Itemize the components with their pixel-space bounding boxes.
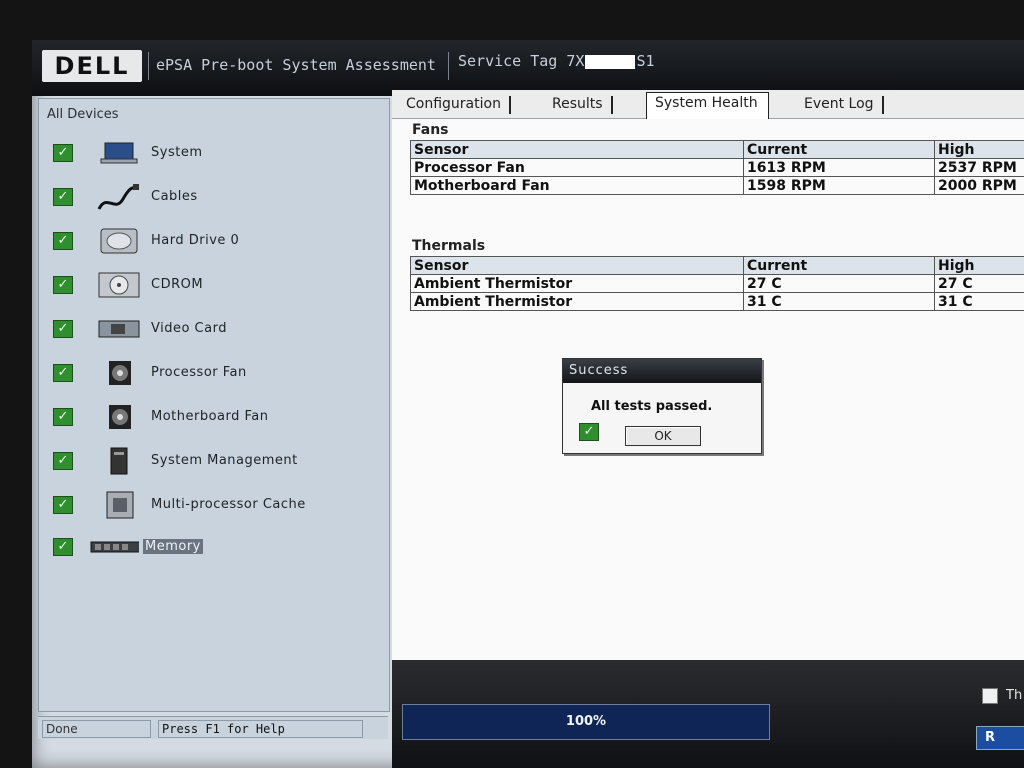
column-header: Current xyxy=(743,140,935,159)
device-label: Memory xyxy=(143,539,203,554)
cpu-icon xyxy=(106,491,134,519)
checkmark-icon[interactable]: ✓ xyxy=(53,320,73,338)
column-header: High xyxy=(934,256,1024,275)
fans-section-title: Fans xyxy=(412,122,449,138)
option-checkbox[interactable] xyxy=(982,688,998,704)
device-label: Motherboard Fan xyxy=(151,409,269,424)
status-state: Done xyxy=(42,720,151,738)
tab-system-health[interactable]: System Health xyxy=(646,92,769,119)
checkmark-icon: ✓ xyxy=(579,423,599,441)
hard-drive-icon xyxy=(100,228,138,254)
device-item-hard-drive[interactable]: ✓ Hard Drive 0 xyxy=(53,227,373,257)
tab-configuration[interactable]: Configuration xyxy=(406,96,511,114)
device-item-video-card[interactable]: ✓ Video Card xyxy=(53,315,373,345)
sensor-high: 2000 RPM xyxy=(934,176,1024,195)
memory-icon xyxy=(90,541,139,553)
device-item-memory[interactable]: ✓ Memory xyxy=(53,533,373,563)
service-tag: Service Tag 7X S1 xyxy=(458,52,655,70)
sensor-current: 27 C xyxy=(743,274,935,293)
device-label: CDROM xyxy=(151,277,204,292)
tab-bar: Configuration Results System Health Even… xyxy=(392,90,1024,119)
all-devices-label: All Devices xyxy=(47,107,119,122)
device-label: Processor Fan xyxy=(151,365,247,380)
table-row: Ambient Thermistor 27 C 27 C xyxy=(410,274,1024,293)
table-row: Ambient Thermistor 31 C 31 C xyxy=(410,292,1024,311)
run-tests-button[interactable]: R xyxy=(976,726,1024,750)
service-tag-prefix: Service Tag 7X xyxy=(458,52,585,70)
app-title: ePSA Pre-boot System Assessment xyxy=(156,56,436,74)
tower-icon xyxy=(110,447,128,475)
progress-bar: 100% xyxy=(402,704,770,740)
column-header: Sensor xyxy=(410,140,744,159)
status-help: Press F1 for Help xyxy=(158,720,363,738)
success-dialog: Success All tests passed. ✓ OK xyxy=(562,358,762,454)
table-row: Motherboard Fan 1598 RPM 2000 RPM xyxy=(410,176,1024,195)
header-divider xyxy=(448,52,449,80)
progress-label: 100% xyxy=(565,714,607,729)
device-label: Video Card xyxy=(151,321,227,336)
device-label: Multi-processor Cache xyxy=(151,497,306,512)
device-item-cables[interactable]: ✓ Cables xyxy=(53,183,373,213)
option-label: Th xyxy=(1006,688,1023,703)
dialog-message: All tests passed. xyxy=(591,399,713,414)
column-header: High xyxy=(934,140,1024,159)
cable-icon xyxy=(97,184,139,210)
device-item-cdrom[interactable]: ✓ CDROM xyxy=(53,271,373,301)
fan-icon xyxy=(109,405,131,429)
header-bar: DELL ePSA Pre-boot System Assessment Ser… xyxy=(32,40,1024,96)
device-item-system-management[interactable]: ✓ System Management xyxy=(53,447,373,477)
fans-table: Sensor Current High Processor Fan 1613 R… xyxy=(410,140,1024,195)
device-list-panel: All Devices ✓ System ✓ Cables ✓ Hard Dri xyxy=(38,98,390,712)
checkmark-icon[interactable]: ✓ xyxy=(53,188,73,206)
dialog-title: Success xyxy=(563,359,761,383)
dell-logo: DELL xyxy=(42,50,142,82)
table-header-row: Sensor Current High xyxy=(410,256,1024,275)
checkmark-icon[interactable]: ✓ xyxy=(53,452,73,470)
sensor-high: 2537 RPM xyxy=(934,158,1024,177)
table-header-row: Sensor Current High xyxy=(410,140,1024,159)
column-header: Current xyxy=(743,256,935,275)
laptop-icon xyxy=(100,142,138,164)
sensor-current: 1598 RPM xyxy=(743,176,935,195)
sensor-high: 31 C xyxy=(934,292,1024,311)
device-label: System xyxy=(151,145,203,160)
column-header: Sensor xyxy=(410,256,744,275)
tab-event-log[interactable]: Event Log xyxy=(804,96,884,114)
video-card-icon xyxy=(98,320,140,338)
sensor-name: Ambient Thermistor xyxy=(410,274,744,293)
status-bar: Done Press F1 for Help xyxy=(38,716,388,739)
device-label: Hard Drive 0 xyxy=(151,233,240,248)
thermals-section-title: Thermals xyxy=(412,238,486,254)
table-row: Processor Fan 1613 RPM 2537 RPM xyxy=(410,158,1024,177)
checkmark-icon[interactable]: ✓ xyxy=(53,144,73,162)
sensor-name: Processor Fan xyxy=(410,158,744,177)
epsa-screen: DELL ePSA Pre-boot System Assessment Ser… xyxy=(32,40,1024,768)
sensor-current: 1613 RPM xyxy=(743,158,935,177)
service-tag-redaction xyxy=(585,54,636,69)
device-item-system[interactable]: ✓ System xyxy=(53,139,373,169)
checkmark-icon[interactable]: ✓ xyxy=(53,496,73,514)
header-divider xyxy=(148,52,149,80)
checkmark-icon[interactable]: ✓ xyxy=(53,276,73,294)
checkmark-icon[interactable]: ✓ xyxy=(53,538,73,556)
device-label: Cables xyxy=(151,189,198,204)
device-item-motherboard-fan[interactable]: ✓ Motherboard Fan xyxy=(53,403,373,433)
sensor-current: 31 C xyxy=(743,292,935,311)
ok-button[interactable]: OK xyxy=(625,426,701,446)
device-label: System Management xyxy=(151,453,298,468)
checkmark-icon[interactable]: ✓ xyxy=(53,232,73,250)
device-item-processor-fan[interactable]: ✓ Processor Fan xyxy=(53,359,373,389)
fan-icon xyxy=(109,361,131,385)
sensor-high: 27 C xyxy=(934,274,1024,293)
thermals-table: Sensor Current High Ambient Thermistor 2… xyxy=(410,256,1024,311)
checkmark-icon[interactable]: ✓ xyxy=(53,364,73,382)
sensor-name: Ambient Thermistor xyxy=(410,292,744,311)
checkmark-icon[interactable]: ✓ xyxy=(53,408,73,426)
tab-results[interactable]: Results xyxy=(552,96,613,114)
device-item-multiprocessor-cache[interactable]: ✓ Multi-processor Cache xyxy=(53,491,373,521)
service-tag-suffix: S1 xyxy=(636,52,655,70)
sensor-name: Motherboard Fan xyxy=(410,176,744,195)
cdrom-icon xyxy=(98,272,140,298)
